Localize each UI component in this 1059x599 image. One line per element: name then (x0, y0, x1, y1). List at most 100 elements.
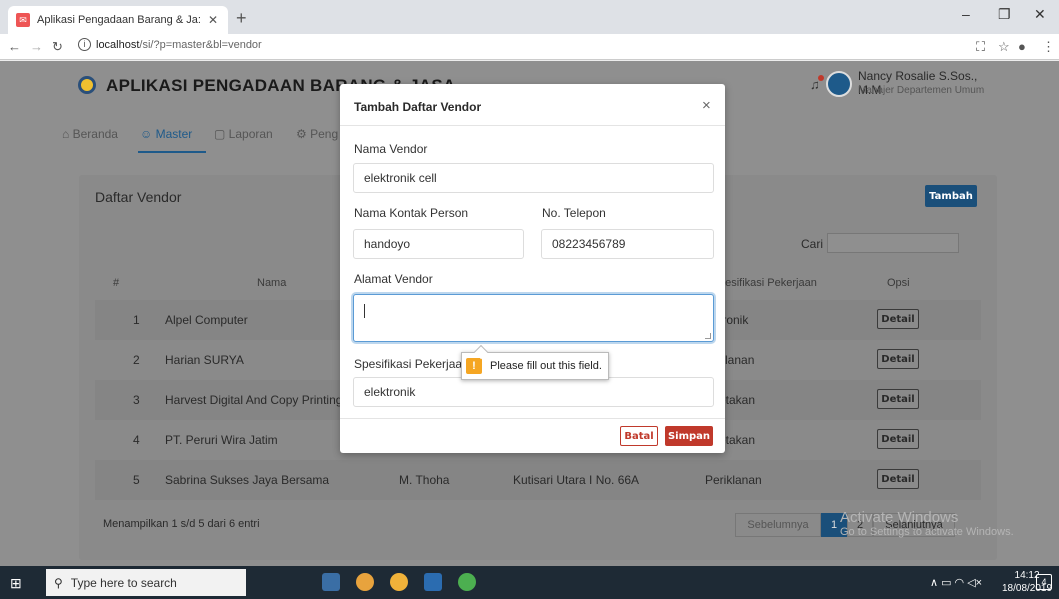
add-vendor-button[interactable]: Tambah (925, 185, 977, 207)
vendor-spesifikasi: Periklanan (705, 473, 762, 487)
menu-label: Beranda (72, 127, 118, 141)
word-icon[interactable] (424, 573, 442, 591)
alamat-vendor-label: Alamat Vendor (354, 272, 433, 286)
profile-icon[interactable]: ● (1018, 39, 1026, 54)
detail-button[interactable]: Detail (877, 469, 919, 489)
taskbar-search[interactable]: ⚲ Type here to search (46, 569, 246, 596)
app-logo-icon (78, 76, 96, 94)
card-title: Daftar Vendor (95, 189, 182, 205)
validation-tooltip: ! Please fill out this field. (461, 344, 609, 380)
column-header-nama[interactable]: Nama (257, 277, 286, 289)
minimize-icon[interactable]: – (962, 6, 970, 22)
row-number: 3 (133, 393, 140, 407)
row-number: 1 (133, 313, 140, 327)
column-header-spesifikasi[interactable]: pesifikasi Pekerjaan (719, 277, 817, 289)
user-role: Manajer Departemen Umum (858, 85, 985, 96)
cancel-button[interactable]: Batal (620, 426, 658, 446)
alamat-vendor-textarea[interactable] (353, 294, 714, 342)
new-tab-icon[interactable]: + (236, 8, 247, 29)
avatar[interactable] (826, 71, 852, 97)
table-info: Menampilkan 1 s/d 5 dari 6 entri (103, 518, 260, 530)
window-close-icon[interactable]: ✕ (1034, 6, 1046, 23)
user-icon: ☺ (140, 127, 156, 141)
gear-icon: ⚙ (296, 127, 311, 141)
restore-icon[interactable]: ❐ (998, 6, 1011, 23)
notification-center-icon[interactable]: 4 (1036, 574, 1052, 590)
detail-button[interactable]: Detail (877, 389, 919, 409)
column-header-opsi[interactable]: Opsi (887, 277, 910, 289)
file-explorer-icon[interactable] (322, 573, 340, 591)
modal-title: Tambah Daftar Vendor (354, 100, 482, 114)
telepon-label: No. Telepon (542, 206, 606, 220)
column-header-no[interactable]: # (113, 277, 119, 289)
hs-app-icon[interactable] (390, 573, 408, 591)
url-field[interactable]: localhost/si/?p=master&bl=vendor (96, 39, 262, 51)
menu-label: Laporan (228, 127, 273, 141)
detail-button[interactable]: Detail (877, 309, 919, 329)
forward-icon[interactable]: → (30, 39, 43, 54)
watermark-title: Activate Windows (840, 509, 959, 526)
menu-laporan[interactable]: ▢ Laporan (214, 127, 273, 141)
menu-label: Peng (310, 127, 339, 141)
translate-icon[interactable]: ⛶ (976, 39, 985, 55)
vendor-address: Kutisari Utara I No. 66A (513, 473, 640, 487)
text-caret (364, 304, 365, 318)
kontak-person-input[interactable]: handoyo (353, 229, 524, 259)
detail-button[interactable]: Detail (877, 349, 919, 369)
spesifikasi-label: Spesifikasi Pekerjaan (354, 357, 469, 371)
warning-icon: ! (466, 358, 482, 374)
vendor-name: Harian SURYA (165, 353, 244, 367)
spesifikasi-input[interactable]: elektronik (353, 377, 714, 407)
detail-button[interactable]: Detail (877, 429, 919, 449)
url-host: localhost (96, 39, 140, 51)
chrome-icon[interactable] (356, 573, 374, 591)
bookmark-star-icon[interactable]: ☆ (998, 39, 1010, 55)
pagination-previous[interactable]: Sebelumnya (735, 513, 821, 537)
browser-tab[interactable]: ✉ Aplikasi Pengadaan Barang & Ja: ✕ (8, 6, 228, 34)
windows-start-icon[interactable]: ⊞ (10, 575, 22, 592)
nama-vendor-input[interactable]: elektronik cell (353, 163, 714, 193)
search-icon: ⚲ (54, 575, 63, 590)
vendor-contact: M. Thoha (399, 473, 450, 487)
tooltip-text: Please fill out this field. (490, 360, 602, 372)
vendor-name: Harvest Digital And Copy Printing (165, 393, 343, 407)
browser-menu-icon[interactable]: ⋮ (1042, 39, 1055, 55)
active-menu-indicator (138, 151, 206, 153)
row-number: 4 (133, 433, 140, 447)
modal-header: Tambah Daftar Vendor × (340, 84, 725, 126)
row-number: 5 (133, 473, 140, 487)
search-input[interactable] (827, 233, 959, 253)
table-row: 5 Sabrina Sukses Jaya Bersama M. Thoha K… (95, 460, 981, 500)
add-vendor-modal: Tambah Daftar Vendor × Nama Vendor elekt… (340, 84, 725, 453)
document-icon: ▢ (214, 127, 229, 141)
menu-master[interactable]: ☺ Master (140, 127, 192, 141)
menu-pengaturan[interactable]: ⚙ Peng (296, 127, 338, 141)
modal-footer-divider (340, 418, 725, 419)
watermark-subtitle: Go to Settings to activate Windows. (840, 526, 1014, 538)
vendor-name: Alpel Computer (165, 313, 248, 327)
activate-windows-watermark: Activate Windows Go to Settings to activ… (840, 509, 1014, 538)
close-icon[interactable]: × (702, 97, 711, 114)
home-icon: ⌂ (62, 127, 73, 141)
telepon-input[interactable]: 08223456789 (541, 229, 714, 259)
back-icon[interactable]: ← (8, 39, 21, 54)
notification-dot (818, 75, 824, 81)
favicon-icon: ✉ (16, 13, 30, 27)
site-info-icon[interactable]: i (78, 38, 91, 51)
nama-vendor-label: Nama Vendor (354, 142, 428, 156)
app-icon[interactable] (458, 573, 476, 591)
taskbar-search-placeholder: Type here to search (70, 575, 177, 590)
reload-icon[interactable]: ↻ (52, 39, 63, 55)
save-button[interactable]: Simpan (665, 426, 713, 446)
menu-beranda[interactable]: ⌂ Beranda (62, 127, 118, 141)
resize-handle-icon[interactable] (705, 333, 711, 339)
url-path: /si/?p=master&bl=vendor (139, 39, 262, 51)
tab-title: Aplikasi Pengadaan Barang & Ja: (37, 14, 201, 26)
row-number: 2 (133, 353, 140, 367)
menu-label: Master (155, 127, 193, 141)
tab-close-icon[interactable]: ✕ (206, 13, 220, 27)
kontak-person-label: Nama Kontak Person (354, 206, 469, 220)
system-tray-icons[interactable]: ∧ ▭ ◠ ◁× (930, 576, 982, 589)
windows-taskbar: ⊞ ⚲ Type here to search ∧ ▭ ◠ ◁× 14:12 1… (0, 566, 1059, 599)
browser-tab-bar: ✉ Aplikasi Pengadaan Barang & Ja: ✕ + – … (0, 0, 1059, 34)
